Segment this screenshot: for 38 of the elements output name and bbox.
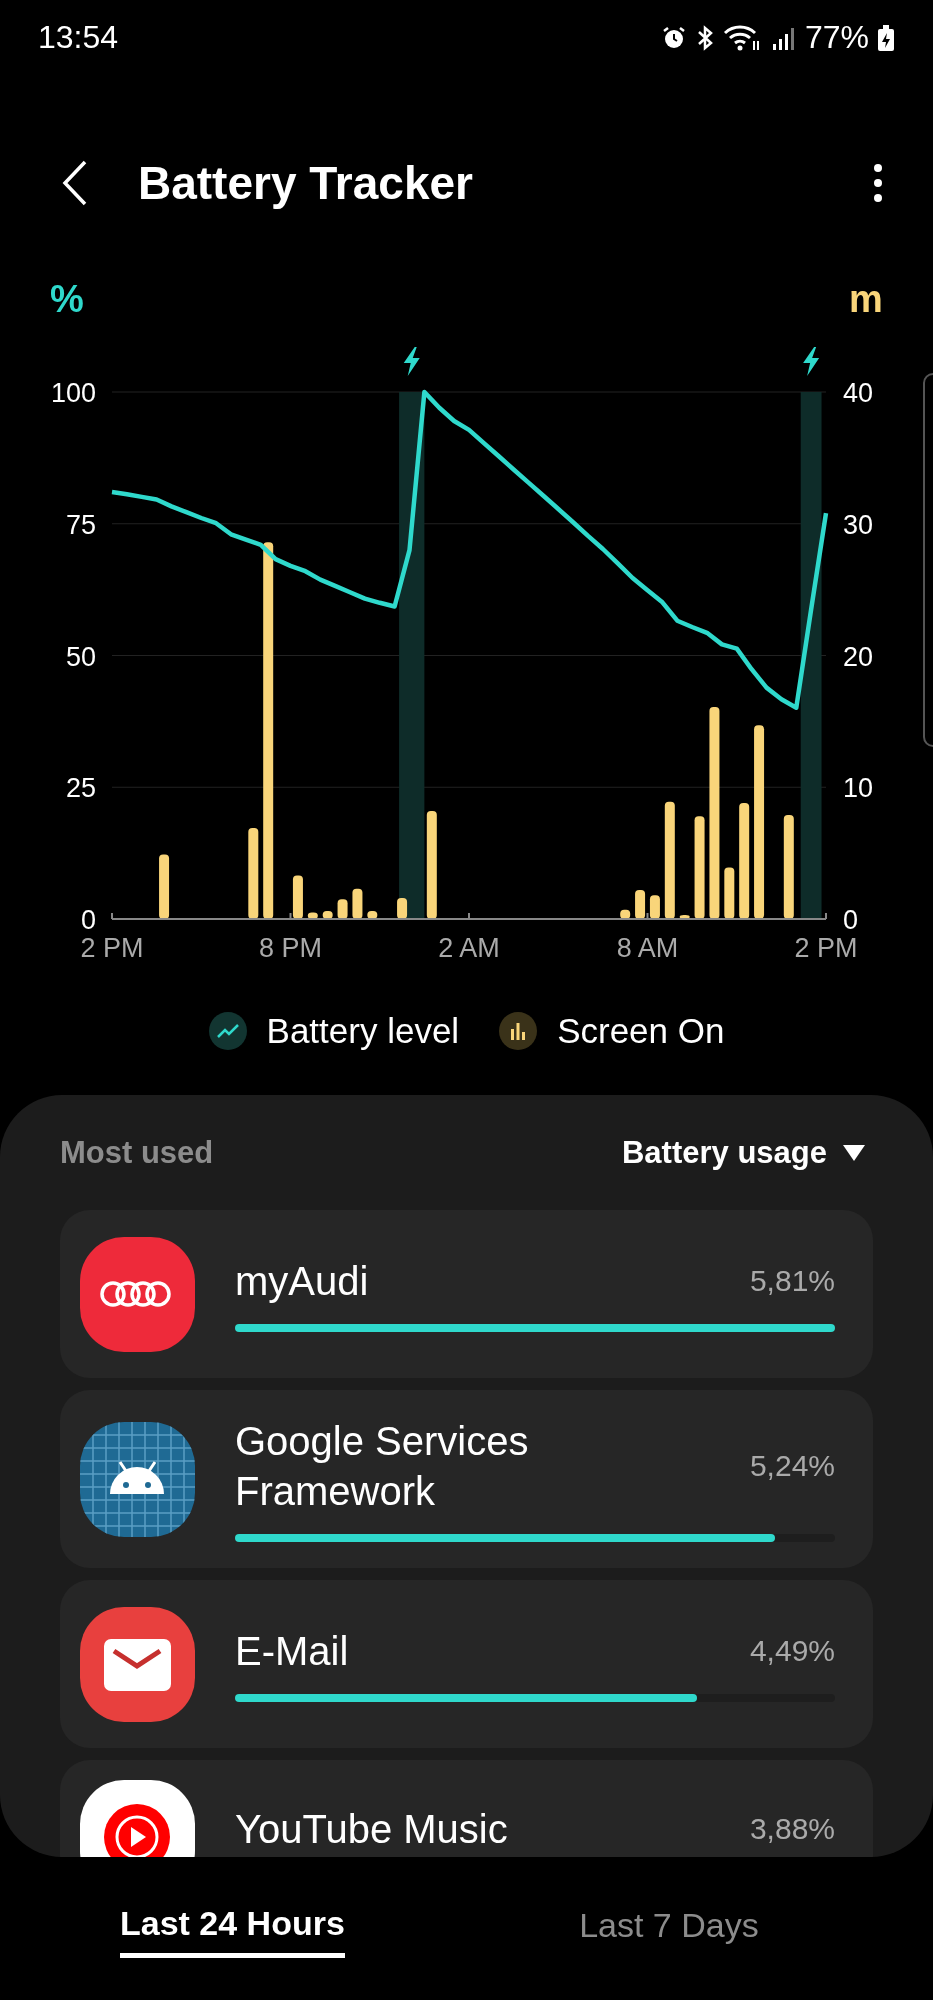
usage-percent: 5,81% bbox=[749, 1264, 835, 1298]
x-tick-label: 2 PM bbox=[80, 933, 144, 963]
y-tick-label: 100 bbox=[50, 378, 96, 408]
x-tick-label: 2 PM bbox=[794, 933, 858, 963]
battery-percent: 77% bbox=[804, 19, 869, 56]
usage-percent: 5,24% bbox=[749, 1449, 835, 1483]
app-usage-item[interactable]: YouTube Music 3,88% bbox=[60, 1760, 873, 1857]
y-tick-label: 30 bbox=[843, 509, 874, 540]
y-tick-label: 10 bbox=[843, 773, 874, 804]
app-name: Google Services Framework bbox=[235, 1418, 530, 1515]
sort-dropdown[interactable]: Battery usage bbox=[621, 1135, 873, 1171]
y-tick-label: 50 bbox=[65, 641, 96, 672]
section-title: Most used bbox=[60, 1135, 214, 1171]
y-tick-label: 75 bbox=[65, 509, 96, 540]
minutes-axis-label: m bbox=[849, 278, 883, 320]
x-tick-label: 2 AM bbox=[438, 933, 500, 963]
x-tick-label: 8 PM bbox=[259, 933, 322, 963]
period-tab[interactable]: Last 24 Hours bbox=[120, 1899, 345, 1958]
page-title: Battery Tracker bbox=[138, 156, 474, 211]
app-usage-item[interactable]: E-Mail 4,49% bbox=[60, 1580, 873, 1748]
app-usage-item[interactable]: Google Services Framework 5,24% bbox=[60, 1390, 873, 1568]
app-usage-item[interactable]: myAudi 5,81% bbox=[60, 1210, 873, 1378]
usage-percent: 4,49% bbox=[749, 1634, 835, 1668]
legend-label: Screen On bbox=[557, 1011, 725, 1051]
usage-percent: 3,88% bbox=[749, 1812, 835, 1846]
app-name: myAudi bbox=[235, 1258, 370, 1305]
y-tick-label: 0 bbox=[843, 905, 859, 935]
app-name: E-Mail bbox=[235, 1628, 350, 1675]
legend-label: Battery level bbox=[266, 1011, 460, 1051]
y-tick-label: 20 bbox=[843, 641, 874, 672]
x-tick-label: 8 AM bbox=[616, 933, 679, 963]
y-tick-label: 25 bbox=[65, 773, 96, 804]
status-time: 13:54 bbox=[38, 19, 119, 56]
y-tick-label: 0 bbox=[80, 905, 96, 935]
percent-axis-label: % bbox=[50, 278, 84, 320]
y-tick-label: 40 bbox=[843, 378, 874, 408]
period-tab[interactable]: Last 7 Days bbox=[404, 1902, 933, 1955]
app-name: YouTube Music bbox=[235, 1806, 509, 1853]
